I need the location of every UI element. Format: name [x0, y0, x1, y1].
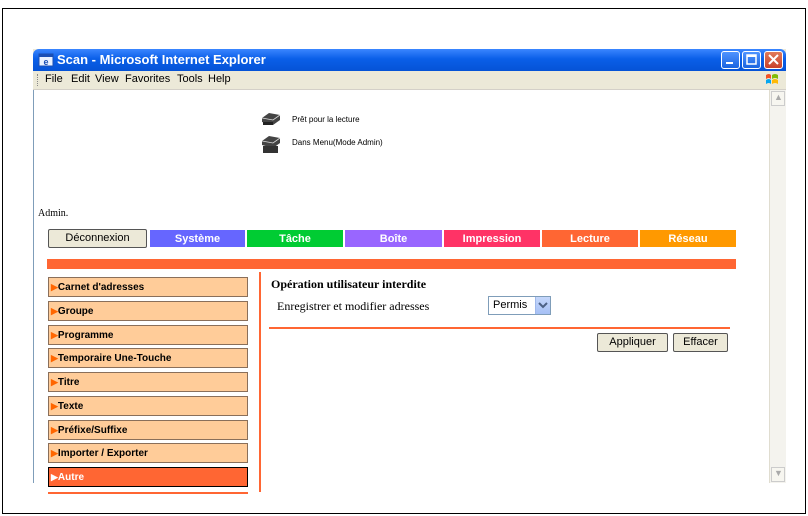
- chevron-up-icon: ▲: [774, 92, 783, 102]
- close-icon: [768, 54, 779, 65]
- sidebar-item-temporaire[interactable]: ▶Temporaire Une-Touche: [48, 348, 248, 368]
- close-button[interactable]: [764, 51, 783, 69]
- printer-icon: [261, 136, 281, 153]
- header-divider: [47, 259, 736, 269]
- arrow-icon: ▶: [51, 330, 58, 340]
- user-label: Admin.: [38, 208, 69, 219]
- sidebar-item-label: Temporaire Une-Touche: [57, 353, 172, 364]
- sidebar-item-label: Groupe: [57, 306, 94, 317]
- scroll-up-button[interactable]: ▲: [771, 91, 785, 106]
- svg-text:e: e: [43, 57, 48, 67]
- page-content: Prêt pour la lecture Dans Menu(Mode Admi…: [33, 90, 769, 494]
- sidebar-item-prefixe[interactable]: ▶Préfixe/Suffixe: [48, 420, 248, 440]
- sidebar-item-groupe[interactable]: ▶Groupe: [48, 301, 248, 321]
- minimize-icon: [726, 62, 733, 64]
- arrow-icon: ▶: [51, 306, 58, 316]
- tab-reseau[interactable]: Réseau: [639, 229, 737, 248]
- arrow-icon: ▶: [51, 401, 58, 411]
- content-divider: [269, 327, 730, 329]
- menu-edit[interactable]: Edit: [71, 73, 90, 85]
- vertical-scrollbar[interactable]: ▲ ▼: [769, 90, 786, 483]
- status-ready: Prêt pour la lecture: [292, 115, 360, 124]
- menu-file[interactable]: File: [45, 73, 63, 85]
- menu-tools[interactable]: Tools: [177, 73, 203, 85]
- sidebar-item-programme[interactable]: ▶Programme: [48, 325, 248, 345]
- sidebar-item-autre[interactable]: ▶Autre: [48, 467, 248, 487]
- dropdown-button[interactable]: [535, 297, 550, 314]
- menu-favorites[interactable]: Favorites: [125, 73, 170, 85]
- sidebar-item-importer[interactable]: ▶Importer / Exporter: [48, 443, 248, 463]
- sidebar-item-label: Autre: [57, 472, 85, 483]
- arrow-icon: ▶: [51, 353, 58, 363]
- select-value: Permis: [493, 299, 528, 311]
- minimize-button[interactable]: [721, 51, 740, 69]
- sidebar-item-label: Carnet d'adresses: [57, 282, 145, 293]
- arrow-icon: ▶: [51, 425, 58, 435]
- menu-help[interactable]: Help: [208, 73, 231, 85]
- toolbar-grip[interactable]: [37, 74, 40, 86]
- tab-impression[interactable]: Impression: [443, 229, 541, 248]
- field-label: Enregistrer et modifier adresses: [277, 299, 430, 313]
- browser-window: e Scan - Microsoft Internet Explorer Fil…: [33, 49, 786, 494]
- menu-bar: File Edit View Favorites Tools Help: [33, 71, 786, 90]
- maximize-button[interactable]: [742, 51, 761, 69]
- menu-view[interactable]: View: [95, 73, 119, 85]
- sidebar-divider: [48, 492, 248, 494]
- logout-button[interactable]: Déconnexion: [48, 229, 147, 248]
- chevron-down-icon: ▼: [774, 468, 783, 478]
- section-title: Opération utilisateur interdite: [271, 277, 427, 291]
- tab-systeme[interactable]: Système: [149, 229, 246, 248]
- chevron-down-icon: [538, 302, 548, 309]
- arrow-icon: ▶: [51, 377, 58, 387]
- printer-icon: [261, 113, 281, 125]
- scroll-down-button[interactable]: ▼: [771, 467, 785, 482]
- sidebar-item-label: Texte: [57, 401, 84, 412]
- sidebar-item-label: Préfixe/Suffixe: [57, 425, 128, 436]
- permission-select[interactable]: Permis: [488, 296, 551, 315]
- sidebar-item-carnet[interactable]: ▶Carnet d'adresses: [48, 277, 248, 297]
- tab-tache[interactable]: Tâche: [246, 229, 344, 248]
- sidebar-item-texte[interactable]: ▶Texte: [48, 396, 248, 416]
- arrow-icon: ▶: [51, 472, 58, 482]
- sidebar-item-label: Titre: [57, 377, 80, 388]
- status-mode: Dans Menu(Mode Admin): [292, 138, 383, 147]
- tab-boite[interactable]: Boîte: [344, 229, 443, 248]
- ie-icon: e: [38, 53, 54, 67]
- arrow-icon: ▶: [51, 448, 58, 458]
- title-bar: e Scan - Microsoft Internet Explorer: [33, 49, 786, 71]
- apply-button[interactable]: Appliquer: [597, 333, 668, 352]
- windows-logo-icon: [766, 74, 778, 84]
- tab-lecture[interactable]: Lecture: [541, 229, 639, 248]
- window-title: Scan - Microsoft Internet Explorer: [57, 52, 266, 67]
- arrow-icon: ▶: [51, 282, 58, 292]
- vertical-divider: [259, 272, 261, 492]
- sidebar-item-label: Programme: [57, 330, 114, 341]
- sidebar-item-label: Importer / Exporter: [57, 448, 148, 459]
- sidebar-item-titre[interactable]: ▶Titre: [48, 372, 248, 392]
- maximize-icon: [746, 54, 757, 65]
- clear-button[interactable]: Effacer: [673, 333, 728, 352]
